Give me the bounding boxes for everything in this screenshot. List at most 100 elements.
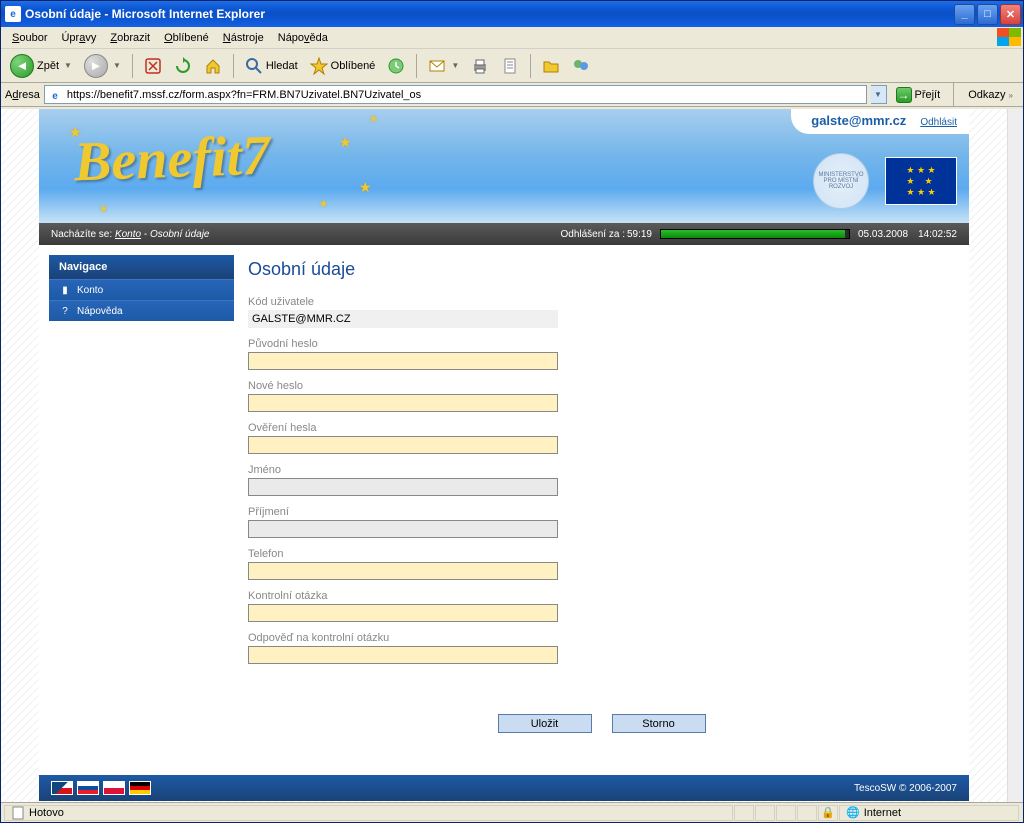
value-user-code: GALSTE@MMR.CZ	[248, 310, 558, 328]
menu-zobrazit[interactable]: Zobrazit	[103, 30, 157, 46]
window-title: Osobní údaje - Microsoft Internet Explor…	[25, 7, 952, 21]
input-first-name[interactable]	[248, 478, 558, 496]
nav-item-napoveda[interactable]: ? Nápověda	[49, 300, 234, 321]
label-phone: Telefon	[248, 548, 955, 560]
eu-flag: ★ ★ ★★ ★★ ★ ★	[885, 157, 957, 205]
input-confirm-password[interactable]	[248, 436, 558, 454]
flag-cz[interactable]	[51, 781, 73, 795]
nav-item-konto[interactable]: ▮ Konto	[49, 279, 234, 300]
ie-icon: e	[5, 6, 21, 22]
label-last-name: Příjmení	[248, 506, 955, 518]
input-question[interactable]	[248, 604, 558, 622]
title-bar: e Osobní údaje - Microsoft Internet Expl…	[1, 1, 1023, 27]
back-label: Zpět	[37, 60, 59, 72]
links-button[interactable]: Odkazy »	[962, 89, 1019, 101]
time-value: 14:02:52	[918, 229, 957, 240]
back-button[interactable]: ◄ Zpět ▼	[5, 54, 77, 78]
input-new-password[interactable]	[248, 394, 558, 412]
label-answer: Odpověď na kontrolní otázku	[248, 632, 955, 644]
input-answer[interactable]	[248, 646, 558, 664]
stop-button[interactable]	[139, 54, 167, 78]
menu-upravy[interactable]: Úpravy	[54, 30, 103, 46]
copyright: TescoSW © 2006-2007	[854, 783, 957, 794]
forward-icon: ►	[84, 54, 108, 78]
discuss-button[interactable]	[537, 54, 565, 78]
close-button[interactable]: ✕	[1000, 4, 1021, 25]
messenger-button[interactable]	[567, 54, 595, 78]
content-area: Benefit7 ★ ★ ★ ★ ★ ★ MINISTERSTVOPRO MÍS…	[1, 107, 1023, 802]
address-input[interactable]	[44, 85, 867, 104]
forward-button[interactable]: ► ▼	[79, 54, 126, 78]
flag-sk[interactable]	[77, 781, 99, 795]
menu-napoveda[interactable]: Nápověda	[271, 30, 335, 46]
mail-button[interactable]: ▼	[423, 54, 464, 78]
account-icon: ▮	[59, 284, 71, 296]
go-button[interactable]: → Přejít	[891, 85, 946, 105]
history-button[interactable]	[382, 54, 410, 78]
app-banner: Benefit7 ★ ★ ★ ★ ★ ★ MINISTERSTVOPRO MÍS…	[39, 109, 969, 223]
input-phone[interactable]	[248, 562, 558, 580]
countdown-bar	[660, 229, 850, 239]
status-cell	[797, 805, 817, 821]
logout-link[interactable]: Odhlásit	[920, 117, 957, 128]
search-icon	[245, 57, 263, 75]
favorites-button[interactable]: Oblíbené	[305, 54, 381, 78]
menu-oblibene[interactable]: Oblíbené	[157, 30, 216, 46]
windows-flag-icon	[997, 28, 1021, 46]
breadcrumb-current: Osobní údaje	[150, 229, 210, 240]
chevron-down-icon: ▼	[113, 61, 121, 70]
search-button[interactable]: Hledat	[240, 54, 303, 78]
flag-pl[interactable]	[103, 781, 125, 795]
home-icon	[204, 57, 222, 75]
status-text: Hotovo	[29, 807, 64, 819]
chevron-down-icon: ▼	[451, 61, 459, 70]
print-button[interactable]	[466, 54, 494, 78]
page-icon	[11, 806, 25, 820]
page-title: Osobní údaje	[248, 259, 955, 280]
stop-icon	[144, 57, 162, 75]
nav-header: Navigace	[49, 255, 234, 279]
refresh-button[interactable]	[169, 54, 197, 78]
folder-icon	[542, 57, 560, 75]
menu-soubor[interactable]: Soubor	[5, 30, 54, 46]
address-label: Adresa	[5, 89, 40, 101]
flag-de[interactable]	[129, 781, 151, 795]
maximize-button[interactable]: □	[977, 4, 998, 25]
cancel-button[interactable]: Storno	[612, 714, 706, 733]
countdown-value: 59:19	[627, 229, 652, 240]
breadcrumb-prefix: Nacházíte se:	[51, 229, 112, 240]
address-dropdown[interactable]: ▼	[871, 85, 887, 104]
nav-item-label: Konto	[77, 285, 103, 296]
breadcrumb-link-konto[interactable]: Konto	[115, 229, 141, 240]
label-question: Kontrolní otázka	[248, 590, 955, 602]
minimize-button[interactable]: _	[954, 4, 975, 25]
status-bar: Hotovo 🔒 🌐 Internet	[1, 802, 1023, 822]
favorites-icon	[310, 57, 328, 75]
label-new-password: Nové heslo	[248, 380, 955, 392]
scrollbar[interactable]	[1007, 109, 1023, 802]
messenger-icon	[572, 57, 590, 75]
countdown-label: Odhlášení za :	[560, 229, 624, 240]
address-bar: Adresa ▼ → Přejít Odkazy »	[1, 83, 1023, 107]
home-button[interactable]	[199, 54, 227, 78]
help-icon: ?	[59, 305, 71, 317]
edit-button[interactable]	[496, 54, 524, 78]
print-icon	[471, 57, 489, 75]
chevron-down-icon: ▼	[64, 61, 72, 70]
save-button[interactable]: Uložit	[498, 714, 592, 733]
zone-label: Internet	[864, 807, 901, 819]
app-logo: Benefit7	[73, 124, 271, 195]
label-old-password: Původní heslo	[248, 338, 955, 350]
nav-item-label: Nápověda	[77, 306, 123, 317]
sidebar: Navigace ▮ Konto ? Nápověda	[49, 255, 234, 765]
menu-bar: Soubor Úpravy Zobrazit Oblíbené Nástroje…	[1, 27, 1023, 49]
menu-nastroje[interactable]: Nástroje	[216, 30, 271, 46]
back-icon: ◄	[10, 54, 34, 78]
user-email: galste@mmr.cz	[811, 113, 906, 128]
favorites-label: Oblíbené	[331, 60, 376, 72]
main-content: Osobní údaje Kód uživatele GALSTE@MMR.CZ…	[244, 255, 959, 765]
status-cell	[776, 805, 796, 821]
input-old-password[interactable]	[248, 352, 558, 370]
input-last-name[interactable]	[248, 520, 558, 538]
search-label: Hledat	[266, 60, 298, 72]
